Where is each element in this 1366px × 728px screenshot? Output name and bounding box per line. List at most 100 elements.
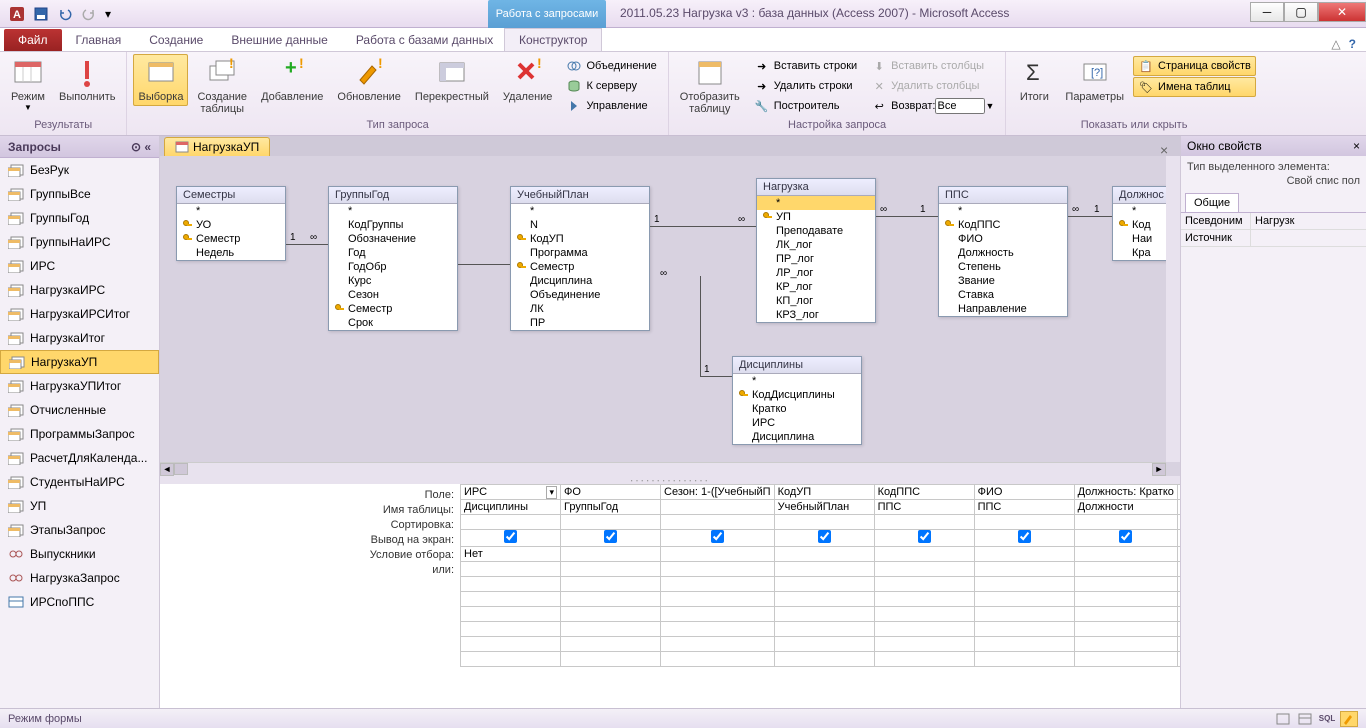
- grid-cell[interactable]: [974, 652, 1074, 667]
- grid-cell[interactable]: [974, 592, 1074, 607]
- grid-cell[interactable]: [461, 562, 561, 577]
- grid-cell[interactable]: ППС: [874, 500, 974, 515]
- table-field[interactable]: ЛР_лог: [757, 266, 875, 280]
- table-field[interactable]: Обозначение: [329, 232, 457, 246]
- grid-cell[interactable]: [661, 577, 775, 592]
- grid-cell[interactable]: [774, 547, 874, 562]
- table-field[interactable]: Должность: [939, 246, 1067, 260]
- grid-cell[interactable]: [1177, 637, 1180, 652]
- prop-row[interactable]: Источник: [1181, 230, 1366, 247]
- propsheet-close-icon[interactable]: ×: [1353, 139, 1360, 153]
- nav-item[interactable]: ГруппыГод: [0, 206, 159, 230]
- return-button[interactable]: ↩Возврат: ▼: [866, 96, 999, 116]
- table-field[interactable]: Объединение: [511, 288, 649, 302]
- grid-cell[interactable]: [461, 530, 561, 547]
- view-form-icon[interactable]: [1296, 711, 1314, 727]
- show-checkbox[interactable]: [604, 530, 617, 543]
- nav-item[interactable]: НагрузкаИРСИтог: [0, 302, 159, 326]
- run-button[interactable]: Выполнить: [54, 54, 120, 106]
- undo-icon[interactable]: [54, 4, 76, 24]
- close-button[interactable]: ✕: [1318, 2, 1366, 22]
- grid-cell[interactable]: [874, 592, 974, 607]
- grid-cell[interactable]: [874, 622, 974, 637]
- table-field[interactable]: УО: [177, 218, 285, 232]
- grid-cell[interactable]: [661, 622, 775, 637]
- table-field[interactable]: КП_лог: [757, 294, 875, 308]
- delete-rows-button[interactable]: ➜Удалить строки: [749, 76, 862, 96]
- tab-design[interactable]: Конструктор: [504, 28, 602, 51]
- doc-close-icon[interactable]: ×: [1160, 142, 1174, 156]
- union-button[interactable]: Объединение: [561, 56, 661, 76]
- grid-cell[interactable]: [661, 515, 775, 530]
- grid-cell[interactable]: [1177, 592, 1180, 607]
- nav-item[interactable]: ГруппыНаИРС: [0, 230, 159, 254]
- grid-cell[interactable]: [1074, 577, 1177, 592]
- grid-cell[interactable]: КодУП: [774, 485, 874, 500]
- nav-item[interactable]: НагрузкаИРС: [0, 278, 159, 302]
- table-field[interactable]: ЛК_лог: [757, 238, 875, 252]
- table-field[interactable]: *: [511, 204, 649, 218]
- grid-cell[interactable]: [1074, 515, 1177, 530]
- nav-item[interactable]: УП: [0, 494, 159, 518]
- grid-cell[interactable]: [1177, 530, 1180, 547]
- table-header[interactable]: ГруппыГод: [329, 187, 457, 204]
- minimize-ribbon-icon[interactable]: △: [1331, 37, 1340, 51]
- totals-button[interactable]: ΣИтоги: [1012, 54, 1056, 106]
- nav-item[interactable]: НагрузкаУПИтог: [0, 374, 159, 398]
- grid-cell[interactable]: [774, 592, 874, 607]
- grid-cell[interactable]: [661, 652, 775, 667]
- table-field[interactable]: Семестр: [329, 302, 457, 316]
- grid-cell[interactable]: [661, 637, 775, 652]
- propsheet-header[interactable]: Окно свойств×: [1181, 136, 1366, 156]
- redo-icon[interactable]: [78, 4, 100, 24]
- grid-cell[interactable]: [874, 547, 974, 562]
- grid-cell[interactable]: [874, 577, 974, 592]
- grid-cell[interactable]: [461, 577, 561, 592]
- grid-cell[interactable]: [874, 607, 974, 622]
- grid-cell[interactable]: [1074, 592, 1177, 607]
- grid-cell[interactable]: [661, 592, 775, 607]
- grid-cell[interactable]: [974, 607, 1074, 622]
- table-field[interactable]: Семестр: [511, 260, 649, 274]
- qat-customize-icon[interactable]: ▾: [102, 4, 114, 24]
- grid-cell[interactable]: [874, 515, 974, 530]
- table-names-button[interactable]: 🏷Имена таблиц: [1133, 77, 1256, 97]
- table-field[interactable]: ПР_лог: [757, 252, 875, 266]
- grid-cell[interactable]: [1177, 515, 1180, 530]
- grid-cell[interactable]: [1177, 622, 1180, 637]
- maximize-button[interactable]: ▢: [1284, 2, 1318, 22]
- show-checkbox[interactable]: [818, 530, 831, 543]
- parameters-button[interactable]: [?]Параметры: [1060, 54, 1129, 106]
- table-field[interactable]: Степень: [939, 260, 1067, 274]
- grid-cell[interactable]: [561, 607, 661, 622]
- grid-cell[interactable]: Нет: [461, 547, 561, 562]
- table-field[interactable]: Звание: [939, 274, 1067, 288]
- table-field[interactable]: Направление: [939, 302, 1067, 316]
- grid-cell[interactable]: [561, 577, 661, 592]
- grid-cell[interactable]: [561, 622, 661, 637]
- property-sheet-button[interactable]: 📋Страница свойств: [1133, 56, 1256, 76]
- nav-item[interactable]: ПрограммыЗапрос: [0, 422, 159, 446]
- doc-tab[interactable]: НагрузкаУП: [164, 137, 270, 156]
- grid-columns[interactable]: ИРС ▾ФОСезон: 1-([УчебныйПКодУПКодППСФИО…: [460, 484, 1180, 708]
- grid-cell[interactable]: Сезон: 1-([УчебныйП: [661, 485, 775, 500]
- table-box[interactable]: ГруппыГод*КодГруппыОбозначениеГодГодОбрК…: [328, 186, 458, 331]
- table-field[interactable]: ФИО: [939, 232, 1067, 246]
- grid-cell[interactable]: [1177, 562, 1180, 577]
- table-field[interactable]: Срок: [329, 316, 457, 330]
- grid-cell[interactable]: [1074, 530, 1177, 547]
- table-field[interactable]: *: [757, 196, 875, 210]
- file-tab[interactable]: Файл: [4, 29, 62, 51]
- app-icon[interactable]: A: [6, 4, 28, 24]
- grid-cell[interactable]: [1074, 622, 1177, 637]
- grid-cell[interactable]: ФИО: [974, 485, 1074, 500]
- insert-rows-button[interactable]: ➜Вставить строки: [749, 56, 862, 76]
- table-field[interactable]: *: [939, 204, 1067, 218]
- show-checkbox[interactable]: [1119, 530, 1132, 543]
- grid-cell[interactable]: [974, 562, 1074, 577]
- nav-item[interactable]: НагрузкаИтог: [0, 326, 159, 350]
- nav-item[interactable]: БезРук: [0, 158, 159, 182]
- return-input[interactable]: [935, 98, 985, 114]
- table-field[interactable]: Ставка: [939, 288, 1067, 302]
- table-field[interactable]: КР_лог: [757, 280, 875, 294]
